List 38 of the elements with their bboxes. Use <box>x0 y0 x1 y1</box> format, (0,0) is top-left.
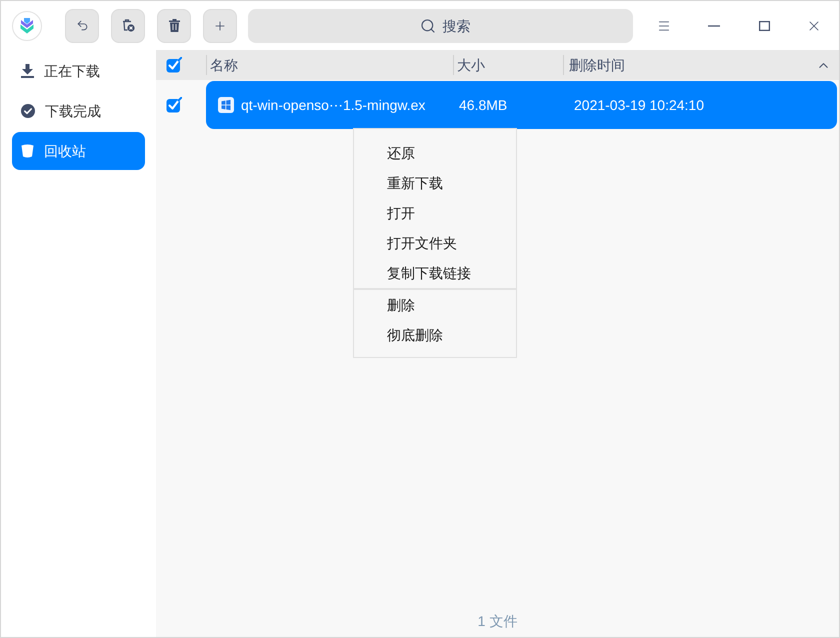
minimize-icon <box>708 24 720 26</box>
menu-item[interactable]: 删除 <box>354 290 516 320</box>
app-logo <box>12 10 42 40</box>
column-header[interactable]: 删除时间 <box>569 54 625 76</box>
delete-button[interactable] <box>157 8 191 42</box>
maximize-icon <box>758 20 770 30</box>
menu-item[interactable]: 打开文件夹 <box>354 228 516 258</box>
plus-icon <box>213 18 227 32</box>
sidebar-item[interactable]: 正在下载 <box>12 52 145 90</box>
checkbox[interactable] <box>166 97 182 113</box>
menu-item[interactable]: 重新下载 <box>354 168 516 198</box>
sidebar-item[interactable]: 回收站 <box>12 132 145 170</box>
checkbox[interactable] <box>166 57 182 73</box>
trash-icon <box>168 19 180 32</box>
menu-item[interactable]: 打开 <box>354 198 516 228</box>
menu-icon <box>657 18 671 32</box>
clear-button[interactable] <box>111 8 145 42</box>
column-header[interactable]: 大小 <box>457 54 485 76</box>
file-name: qt-win-openso⋯1.5-mingw.ex <box>241 96 426 115</box>
menu-item[interactable]: 还原 <box>354 138 516 168</box>
check-circle-icon <box>21 104 35 118</box>
add-button[interactable] <box>203 8 237 42</box>
download-icon <box>21 64 34 78</box>
undo-button[interactable] <box>65 8 99 42</box>
menu-item[interactable]: 复制下载链接 <box>354 258 516 288</box>
trash-x-icon <box>122 19 134 32</box>
trash-icon <box>21 144 34 158</box>
sidebar-item[interactable]: 下载完成 <box>12 92 145 130</box>
undo-icon <box>76 19 88 32</box>
file-size: 46.8MB <box>459 96 508 112</box>
search-icon <box>420 18 436 34</box>
menu-item[interactable]: 彻底删除 <box>354 320 516 350</box>
column-header[interactable]: 名称 <box>210 54 238 76</box>
windows-file-icon <box>218 97 234 113</box>
status-text: 1 文件 <box>478 612 518 630</box>
search-field[interactable]: 搜索 <box>248 8 633 42</box>
deleted-time: 2021-03-19 10:24:10 <box>574 96 704 112</box>
table-row[interactable]: qt-win-openso⋯1.5-mingw.ex 46.8MB 2021-03-19 10:24:10 <box>206 81 837 129</box>
